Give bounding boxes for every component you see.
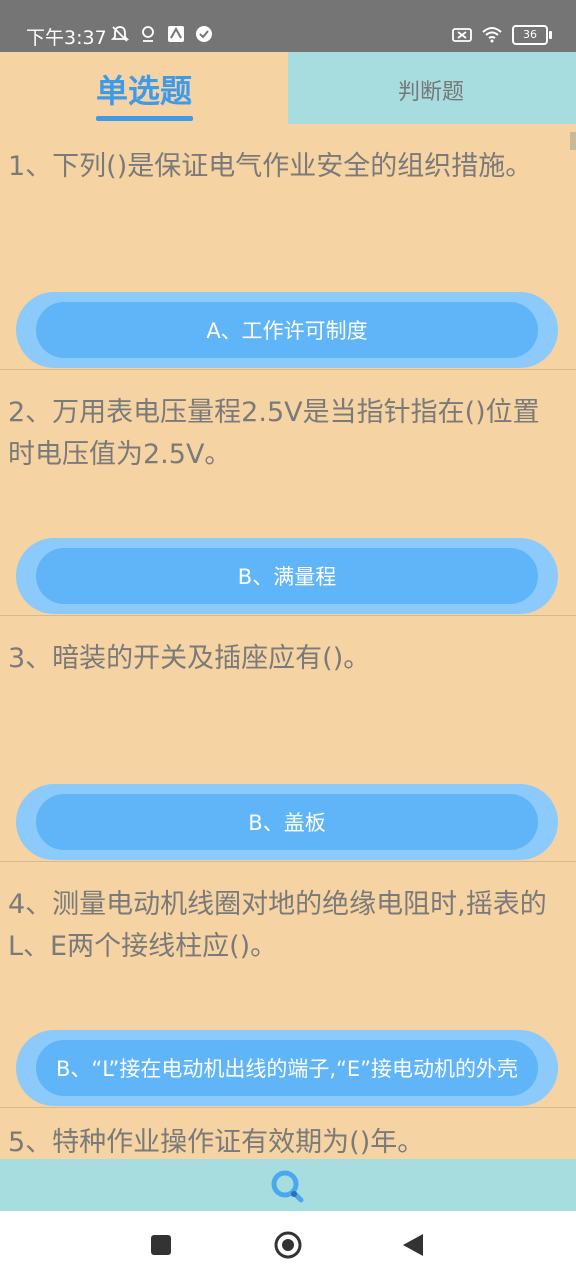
question-item[interactable]: 2、万用表电压量程2.5V是当指针指在()位置时电压值为2.5V。 B、满量程 [0, 370, 576, 616]
answer-label: B、满量程 [36, 548, 538, 604]
answer-button[interactable]: B、“L”接在电动机出线的端子,“E”接电动机的外壳 [16, 1030, 558, 1106]
location-icon [142, 26, 154, 42]
question-item[interactable]: 1、下列()是保证电气作业安全的组织措施。 A、工作许可制度 [0, 124, 576, 370]
question-text: 4、测量电动机线圈对地的绝缘电阻时,摇表的L、E两个接线柱应()。 [8, 889, 547, 962]
bell-off-icon [110, 26, 130, 42]
question-item[interactable]: 3、暗装的开关及插座应有()。 B、盖板 [0, 616, 576, 862]
battery-icon: 36 [512, 25, 552, 45]
wifi-icon [482, 27, 502, 43]
check-circle-icon [196, 26, 212, 42]
answer-label: B、“L”接在电动机出线的端子,“E”接电动机的外壳 [36, 1040, 538, 1096]
tab-active-indicator [96, 116, 193, 121]
question-list[interactable]: 1、下列()是保证电气作业安全的组织措施。 A、工作许可制度 2、万用表电压量程… [0, 124, 576, 1159]
tab-single-choice[interactable]: 单选题 [0, 52, 288, 124]
question-item[interactable]: 4、测量电动机线圈对地的绝缘电阻时,摇表的L、E两个接线柱应()。 B、“L”接… [0, 862, 576, 1108]
tab-single-choice-label: 单选题 [96, 72, 193, 110]
answer-button[interactable]: A、工作许可制度 [16, 292, 558, 368]
question-text: 5、特种作业操作证有效期为()年。 [8, 1127, 425, 1158]
answer-label: A、工作许可制度 [36, 302, 538, 358]
question-item[interactable]: 5、特种作业操作证有效期为()年。 [0, 1108, 576, 1159]
status-left-icons [110, 24, 214, 44]
tab-true-false-label: 判断题 [398, 80, 465, 105]
answer-label: B、盖板 [36, 794, 538, 850]
question-text: 2、万用表电压量程2.5V是当指针指在()位置时电压值为2.5V。 [8, 397, 540, 470]
recents-icon[interactable] [151, 1235, 171, 1255]
tab-bar: 单选题 判断题 [0, 52, 576, 124]
status-time: 下午3:37 [26, 27, 107, 49]
back-icon[interactable] [401, 1232, 425, 1258]
question-text: 1、下列()是保证电气作业安全的组织措施。 [8, 151, 533, 182]
question-text: 3、暗装的开关及插座应有()。 [8, 643, 371, 674]
sim-off-icon [452, 28, 472, 42]
answer-button[interactable]: B、盖板 [16, 784, 558, 860]
home-icon[interactable] [273, 1230, 303, 1260]
app-notification-icon [168, 26, 184, 42]
tab-true-false[interactable]: 判断题 [288, 52, 576, 124]
status-bar: 下午3:37 36 [0, 0, 576, 52]
status-right-icons: 36 [452, 25, 552, 45]
answer-button[interactable]: B、满量程 [16, 538, 558, 614]
bottom-search-bar [0, 1159, 576, 1211]
system-nav-bar [0, 1211, 576, 1280]
search-icon[interactable] [268, 1167, 308, 1207]
